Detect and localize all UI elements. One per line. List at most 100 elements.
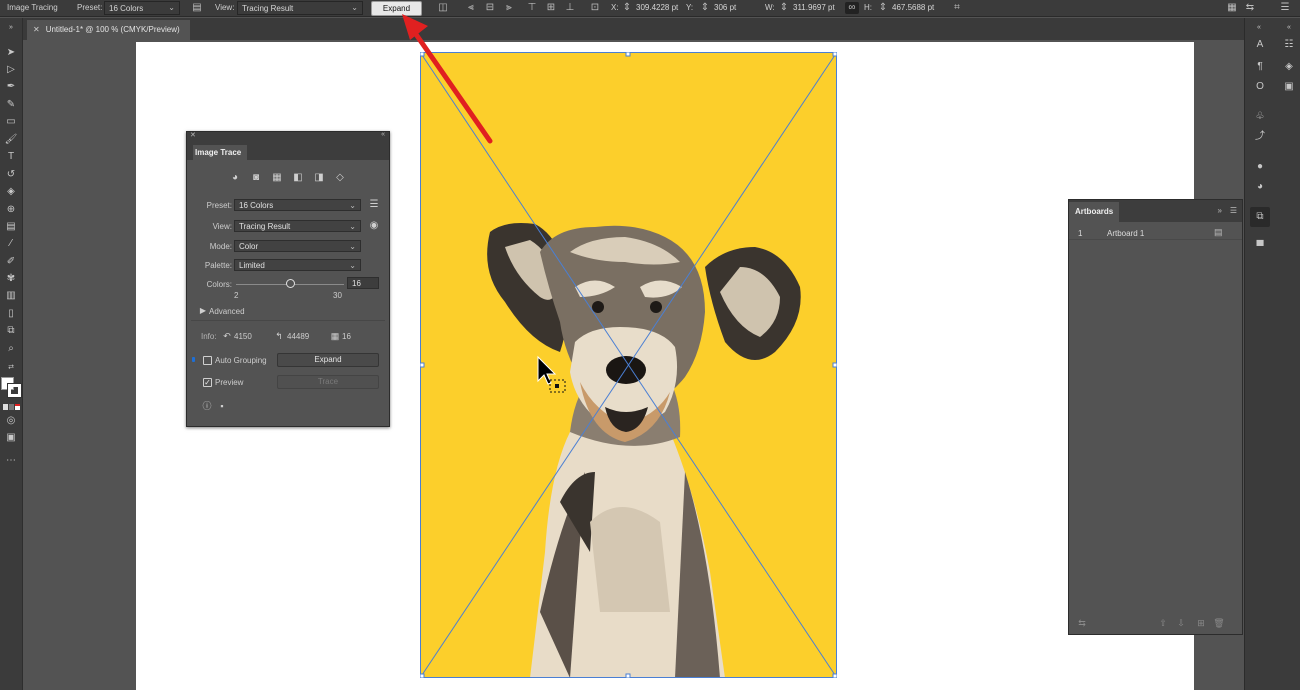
preset-dropdown[interactable]: 16 Colors ⌄ (104, 1, 180, 15)
appearance-panel-icon[interactable]: ● (1253, 160, 1267, 174)
properties-panel-icon[interactable]: ☷ (1282, 38, 1296, 52)
auto-color-icon[interactable]: ◕ (229, 172, 241, 184)
drawing-modes-icon[interactable]: ◎ (4, 414, 18, 428)
type-tool-icon[interactable]: T (4, 150, 18, 164)
color-button[interactable] (3, 404, 8, 410)
eraser-tool-icon[interactable]: ◈ (4, 185, 18, 199)
blend-tool-icon[interactable]: ✐ (4, 255, 18, 269)
zoom-tool-icon[interactable]: ⌕ (4, 342, 18, 356)
image-trace-panel-icon[interactable]: ▤ (191, 2, 203, 14)
curvature-tool-icon[interactable]: ✎ (4, 98, 18, 112)
new-artboard-icon[interactable]: ⊞ (1195, 617, 1207, 629)
preview-checkbox[interactable]: ✓ (203, 378, 212, 387)
preset-menu-icon[interactable]: ☰ (368, 199, 380, 211)
close-icon[interactable]: ✕ (190, 131, 196, 139)
screen-mode-icon[interactable]: ▣ (4, 431, 18, 445)
grayscale-icon[interactable]: ◧ (292, 172, 304, 184)
character-panel-icon[interactable]: A (1253, 38, 1267, 52)
panel-expand-button[interactable]: Expand (277, 353, 379, 367)
arrange-documents-icon[interactable]: ▦ (1226, 2, 1238, 14)
trace-palette-dropdown[interactable]: Limited ⌄ (234, 259, 361, 271)
eyedropper-tool-icon[interactable]: ⁄ (4, 237, 18, 251)
auto-grouping-checkbox[interactable] (203, 356, 212, 365)
slice-tool-icon[interactable]: ⧉ (4, 324, 18, 338)
symbols-panel-icon[interactable]: ♧ (1253, 110, 1267, 124)
trace-view-dropdown[interactable]: Tracing Result ⌄ (234, 220, 361, 232)
align-middle-icon[interactable]: ⊞ (545, 2, 557, 14)
color-mode-buttons[interactable] (3, 404, 20, 410)
panel-menu-icon[interactable]: ☰ (1230, 206, 1237, 215)
artboards-panel-icon[interactable]: ⧉ (1253, 210, 1267, 224)
low-color-icon[interactable]: ▦ (271, 172, 283, 184)
eye-icon[interactable]: ◉ (368, 220, 380, 232)
graphic-styles-icon[interactable]: ◕ (1253, 180, 1267, 194)
document-tab[interactable]: ✕ Untitled-1* @ 100 % (CMYK/Preview) (27, 20, 190, 40)
column-graph-tool-icon[interactable]: ▥ (4, 289, 18, 303)
rearrange-icon[interactable]: ⇆ (1076, 617, 1088, 629)
symbol-sprayer-tool-icon[interactable]: ✾ (4, 272, 18, 286)
selection-tool-icon[interactable]: ➤ (4, 46, 18, 60)
asset-export-icon[interactable]: ⤴ (1253, 130, 1267, 144)
direct-selection-tool-icon[interactable]: ▷ (4, 63, 18, 77)
gradient-tool-icon[interactable]: ▤ (4, 220, 18, 234)
artboard-tool-icon[interactable]: ▯ (4, 307, 18, 321)
rotate-tool-icon[interactable]: ↺ (4, 168, 18, 182)
collapse-dock-icon[interactable]: « (1252, 21, 1266, 35)
panel-grip[interactable]: ✕ « (187, 131, 389, 140)
trace-preset-dropdown[interactable]: 16 Colors ⌄ (234, 199, 361, 211)
black-and-white-icon[interactable]: ◨ (313, 172, 325, 184)
stepper-icon[interactable]: ⇕ (877, 2, 889, 14)
high-color-icon[interactable]: ◙ (250, 172, 262, 184)
pen-tool-icon[interactable]: ✒ (4, 80, 18, 94)
collapse-panel-icon[interactable]: « (381, 131, 385, 138)
disclosure-triangle-icon[interactable]: ▶ (197, 305, 209, 317)
move-up-icon[interactable]: ⇧ (1157, 617, 1169, 629)
stroke-swatch[interactable] (7, 383, 22, 398)
constrain-proportions-icon[interactable]: ∞ (845, 2, 859, 14)
panel-tab-image-trace[interactable]: Image Trace (193, 145, 247, 160)
opentype-panel-icon[interactable]: O (1253, 80, 1267, 94)
align-top-icon[interactable]: ⊤ (526, 2, 538, 14)
comments-panel-icon[interactable]: ▀ (1253, 240, 1267, 254)
transform-reference-icon[interactable]: ⊡ (589, 2, 601, 14)
workspace-switcher-icon[interactable]: ⇆ (1244, 2, 1256, 14)
colors-count-field[interactable]: 16 (347, 277, 379, 289)
selection-bounding-box[interactable] (420, 52, 837, 678)
more-tools-icon[interactable]: ⋯ (4, 454, 18, 468)
stepper-icon[interactable]: ⇕ (621, 2, 633, 14)
gradient-button[interactable] (9, 404, 14, 410)
info-icon[interactable]: ⓘ (201, 400, 213, 412)
shape-builder-tool-icon[interactable]: ⊕ (4, 203, 18, 217)
tooltip-icon[interactable]: ▪ (216, 400, 228, 412)
width-field[interactable]: 311.9697 pt (790, 1, 842, 15)
collapse-panel-icon[interactable]: » (1218, 206, 1222, 215)
artboard-list-item[interactable]: 1 Artboard 1 ▤ (1069, 226, 1242, 240)
move-down-icon[interactable]: ⇩ (1175, 617, 1187, 629)
libraries-panel-icon[interactable]: ▣ (1282, 80, 1296, 94)
close-icon[interactable]: ✕ (33, 25, 40, 34)
y-coord-field[interactable]: 306 pt (711, 1, 759, 15)
colors-slider-thumb[interactable] (285, 279, 295, 288)
view-dropdown[interactable]: Tracing Result ⌄ (237, 1, 363, 15)
collapse-dock-icon[interactable]: « (1282, 21, 1296, 35)
artboard-options-icon[interactable]: ▤ (1214, 227, 1223, 238)
outline-icon[interactable]: ◇ (334, 172, 346, 184)
trace-button[interactable]: Trace (277, 375, 379, 389)
align-bottom-icon[interactable]: ⊥ (564, 2, 576, 14)
transform-icon[interactable]: ⌗ (951, 2, 963, 14)
align-right-icon[interactable]: ⫸ (503, 2, 515, 14)
collapse-toolbar-icon[interactable]: » (4, 21, 18, 35)
none-button[interactable] (15, 404, 20, 410)
trace-mode-dropdown[interactable]: Color ⌄ (234, 240, 361, 252)
x-coord-field[interactable]: 309.4228 pt (633, 1, 685, 15)
stepper-icon[interactable]: ⇕ (699, 2, 711, 14)
height-field[interactable]: 467.5688 pt (889, 1, 943, 15)
panel-tab-artboards[interactable]: Artboards (1069, 202, 1119, 222)
stepper-icon[interactable]: ⇕ (778, 2, 790, 14)
paintbrush-tool-icon[interactable]: 🖌 (4, 133, 18, 147)
delete-icon[interactable]: 🗑 (1213, 617, 1225, 629)
panel-menu-icon[interactable]: ☰ (1279, 2, 1291, 14)
rectangle-tool-icon[interactable]: ▭ (4, 115, 18, 129)
layers-panel-icon[interactable]: ◈ (1282, 60, 1296, 74)
advanced-toggle[interactable]: Advanced (209, 307, 245, 316)
